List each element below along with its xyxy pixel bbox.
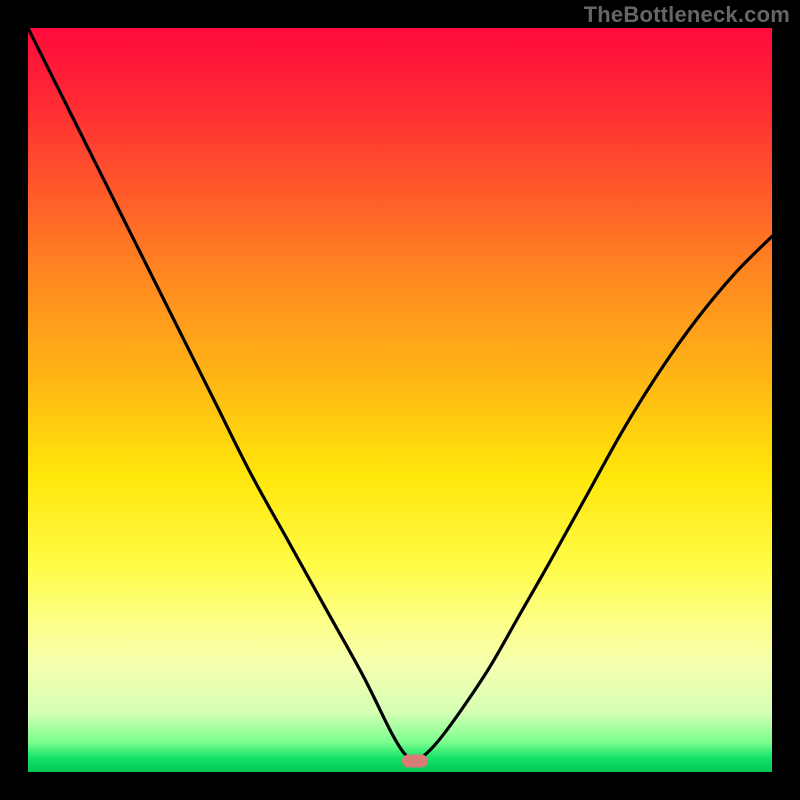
plot-area xyxy=(28,28,772,772)
chart-frame: TheBottleneck.com xyxy=(0,0,800,800)
curve-svg xyxy=(28,28,772,772)
watermark-text: TheBottleneck.com xyxy=(584,2,790,28)
minimum-marker xyxy=(402,754,428,767)
bottleneck-curve xyxy=(28,28,772,761)
